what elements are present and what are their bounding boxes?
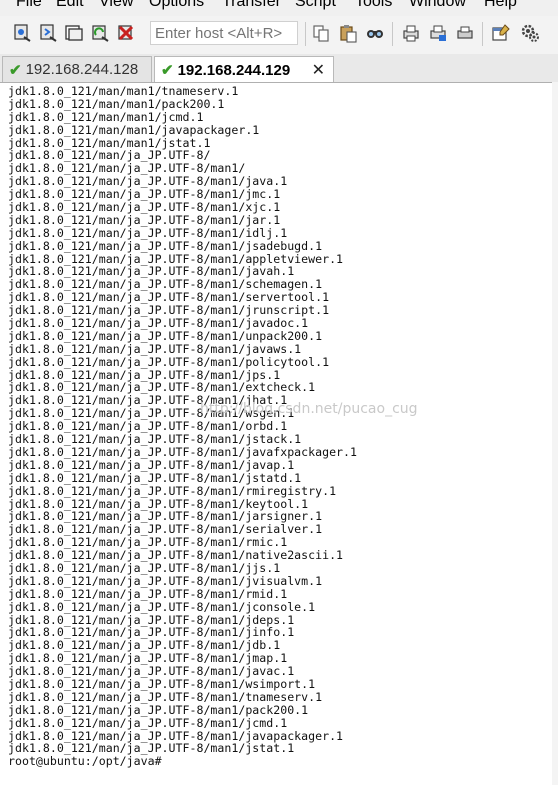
paste-icon[interactable] bbox=[337, 22, 359, 44]
terminal-line: jdk1.8.0_121/man/ja_JP.UTF-8/man1/javaws… bbox=[8, 341, 302, 356]
connect-in-tab-icon[interactable] bbox=[63, 22, 85, 44]
terminal-line: jdk1.8.0_121/man/ja_JP.UTF-8/man1/rmid.1 bbox=[8, 586, 288, 601]
terminal-line: jdk1.8.0_121/man/ja_JP.UTF-8/man1/jsadeb… bbox=[8, 238, 323, 253]
terminal-line: jdk1.8.0_121/man/man1/javapackager.1 bbox=[8, 122, 260, 137]
terminal-line: jdk1.8.0_121/man/ja_JP.UTF-8/man1/jstatd… bbox=[8, 470, 302, 485]
terminal-line: jdk1.8.0_121/man/ja_JP.UTF-8/man1/tnames… bbox=[8, 689, 323, 704]
tab-label: 192.168.244.129 bbox=[177, 61, 291, 79]
menu-bar: File Edit View Options Transfer Script T… bbox=[0, 0, 558, 16]
terminal-line: jdk1.8.0_121/man/ja_JP.UTF-8/man1/jar.1 bbox=[8, 212, 281, 227]
menu-file[interactable]: File bbox=[16, 0, 42, 11]
toolbar-separator bbox=[392, 22, 393, 46]
terminal-line: jdk1.8.0_121/man/ja_JP.UTF-8/man1/jvisua… bbox=[8, 573, 323, 588]
print-setup-icon[interactable] bbox=[427, 22, 449, 44]
terminal-line: jdk1.8.0_121/man/ja_JP.UTF-8/man1/javafx… bbox=[8, 444, 358, 459]
session-options-icon[interactable] bbox=[490, 22, 512, 44]
terminal-line: jdk1.8.0_121/man/ja_JP.UTF-8/man1/xjc.1 bbox=[8, 200, 281, 215]
reconnect-icon[interactable] bbox=[89, 22, 111, 44]
terminal-line: jdk1.8.0_121/man/ja_JP.UTF-8/man1/jconso… bbox=[8, 599, 316, 614]
terminal-line: jdk1.8.0_121/man/ja_JP.UTF-8/man1/wsimpo… bbox=[8, 676, 316, 691]
tab-label: 192.168.244.128 bbox=[25, 61, 139, 78]
terminal-line: jdk1.8.0_121/man/ja_JP.UTF-8/man1/javap.… bbox=[8, 457, 295, 472]
menu-view[interactable]: View bbox=[99, 0, 133, 11]
terminal-line: jdk1.8.0_121/man/ja_JP.UTF-8/man1/unpack… bbox=[8, 328, 323, 343]
terminal-line: jdk1.8.0_121/man/man1/pack200.1 bbox=[8, 96, 225, 111]
host-input[interactable] bbox=[150, 21, 298, 45]
menu-transfer[interactable]: Transfer bbox=[222, 0, 281, 11]
quick-connect-icon[interactable] bbox=[37, 22, 59, 44]
close-tab-icon[interactable]: ✕ bbox=[312, 60, 325, 80]
menu-script[interactable]: Script bbox=[295, 0, 336, 11]
terminal-line: jdk1.8.0_121/man/ja_JP.UTF-8/man1/jcmd.1 bbox=[8, 715, 288, 730]
print-icon[interactable] bbox=[400, 22, 422, 44]
terminal-line: jdk1.8.0_121/man/man1/jcmd.1 bbox=[8, 109, 204, 124]
terminal-line: jdk1.8.0_121/man/ja_JP.UTF-8/man1/rmireg… bbox=[8, 483, 337, 498]
tab-session-129[interactable]: ✔ 192.168.244.129 ✕ bbox=[154, 56, 334, 83]
terminal-line: jdk1.8.0_121/man/man1/tnameserv.1 bbox=[8, 84, 239, 98]
menu-options[interactable]: Options bbox=[149, 0, 204, 11]
toolbar-separator bbox=[482, 22, 483, 46]
connected-check-icon: ✔ bbox=[9, 61, 22, 79]
connect-icon[interactable] bbox=[11, 22, 33, 44]
watermark: http://blog.csdn.net/pucao_cug bbox=[200, 401, 418, 417]
global-options-icon[interactable] bbox=[519, 22, 541, 44]
terminal-line: jdk1.8.0_121/man/ja_JP.UTF-8/man1/idlj.1 bbox=[8, 225, 288, 240]
find-icon[interactable] bbox=[364, 22, 386, 44]
terminal-lines: jdk1.8.0_121/man/man1/tnameserv.1 jdk1.8.… bbox=[8, 85, 357, 768]
disconnect-icon[interactable] bbox=[115, 22, 137, 44]
menu-help[interactable]: Help bbox=[484, 0, 517, 11]
menu-tools[interactable]: Tools bbox=[355, 0, 392, 11]
session-tab-strip: ✔ 192.168.244.128 ✔ 192.168.244.129 ✕ bbox=[0, 54, 558, 83]
menu-edit[interactable]: Edit bbox=[56, 0, 84, 11]
terminal-line: jdk1.8.0_121/man/ja_JP.UTF-8/man1/policy… bbox=[8, 354, 330, 369]
terminal-line: jdk1.8.0_121/man/ja_JP.UTF-8/man1/javado… bbox=[8, 316, 309, 331]
terminal-line: jdk1.8.0_121/man/ja_JP.UTF-8/man1/jstack… bbox=[8, 432, 302, 447]
connected-check-icon: ✔ bbox=[161, 62, 174, 79]
tab-session-128[interactable]: ✔ 192.168.244.128 bbox=[2, 56, 152, 82]
terminal-line: root@ubuntu:/opt/java# bbox=[8, 754, 162, 769]
toolbar-separator bbox=[305, 22, 306, 46]
terminal-line: jdk1.8.0_121/man/ja_JP.UTF-8/man1/pack20… bbox=[8, 702, 309, 717]
toolbar bbox=[0, 16, 558, 55]
terminal-line: jdk1.8.0_121/man/ja_JP.UTF-8/man1/jjs.1 bbox=[8, 560, 281, 575]
menu-window[interactable]: Window bbox=[409, 0, 466, 11]
print-screen-icon[interactable] bbox=[454, 22, 476, 44]
terminal-output[interactable]: jdk1.8.0_121/man/man1/tnameserv.1 jdk1.8.… bbox=[0, 82, 558, 786]
terminal-scrollbar[interactable] bbox=[552, 82, 558, 785]
copy-icon[interactable] bbox=[310, 22, 332, 44]
